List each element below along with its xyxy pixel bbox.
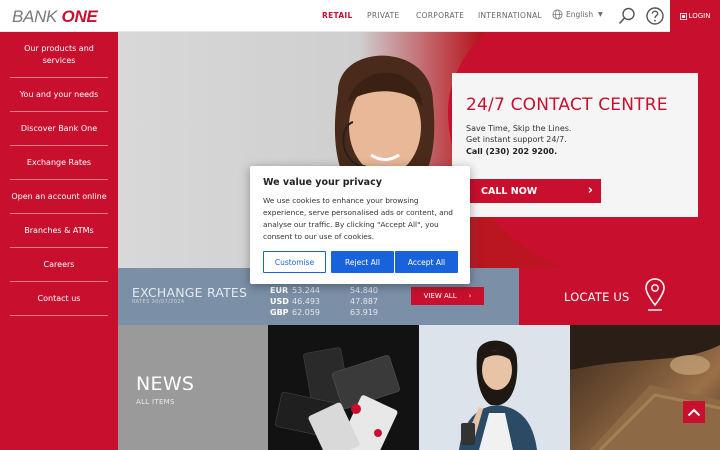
cookie-description: We use cookies to enhance your browsing … [263,196,454,241]
customise-button[interactable]: Customise [263,251,326,273]
cookie-consent-dialog: We value your privacy We use cookies to … [250,166,470,284]
cookie-title: We value your privacy [263,177,382,188]
accept-all-button[interactable]: Accept All [395,251,458,273]
reject-all-button[interactable]: Reject All [331,251,394,273]
